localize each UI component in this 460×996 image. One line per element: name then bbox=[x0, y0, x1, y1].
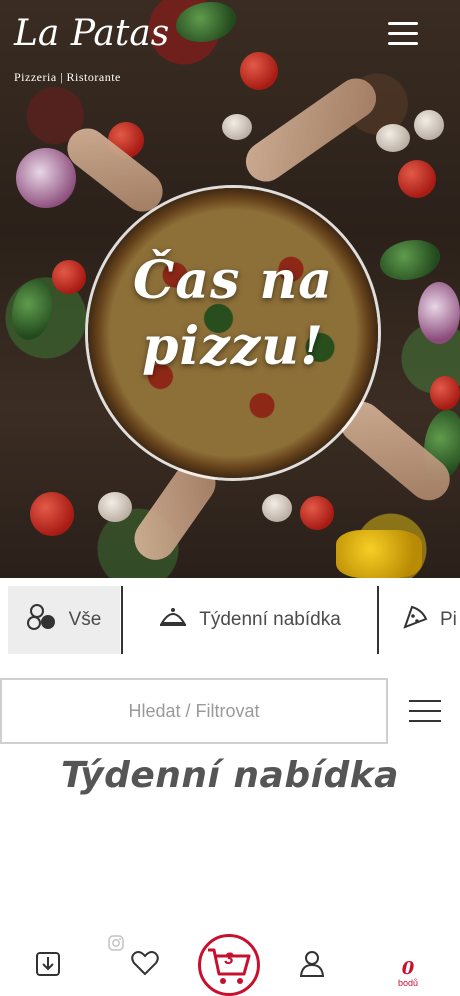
section-title: Týdenní nabídka bbox=[61, 755, 399, 796]
tomato-decoration bbox=[430, 376, 460, 410]
cart-count-badge: 3 bbox=[224, 949, 234, 968]
onion-decoration bbox=[16, 148, 76, 208]
cloche-icon bbox=[159, 606, 187, 634]
points-label: bodů bbox=[397, 978, 419, 988]
category-tabs: Vše Týdenní nabídka Pi bbox=[0, 583, 460, 658]
download-button[interactable] bbox=[26, 930, 70, 996]
heart-icon bbox=[131, 951, 159, 976]
tab-weekly-offer-label: Týdenní nabídka bbox=[199, 609, 341, 630]
hero-slogan: Čas na pizzu! bbox=[88, 248, 378, 380]
brand-logo[interactable]: La Patas Pizzeria | Ristorante bbox=[14, 14, 169, 85]
basil-decoration bbox=[380, 240, 440, 280]
instagram-icon[interactable] bbox=[108, 935, 124, 951]
mushroom-decoration bbox=[98, 492, 132, 522]
onion-decoration bbox=[418, 282, 460, 344]
tab-divider bbox=[377, 586, 379, 654]
tomato-decoration bbox=[398, 160, 436, 198]
tab-all-label: Vše bbox=[68, 609, 102, 630]
filter-menu-bar bbox=[409, 700, 441, 702]
account-button[interactable] bbox=[290, 930, 334, 996]
filter-menu-bar bbox=[409, 710, 441, 712]
cart-button[interactable]: 3 bbox=[198, 934, 260, 996]
download-icon bbox=[36, 952, 60, 976]
search-input[interactable]: Hledat / Filtrovat bbox=[0, 678, 388, 744]
tomato-decoration bbox=[30, 492, 74, 536]
points-button[interactable]: 0 bodů bbox=[386, 958, 430, 989]
hero-banner: Čas na pizzu! La Patas Pizzeria | Ristor… bbox=[0, 0, 460, 578]
tomato-decoration bbox=[240, 52, 278, 90]
pizza-slice-icon bbox=[402, 604, 428, 636]
mushroom-decoration bbox=[222, 114, 252, 140]
slogan-line-1: Čas na bbox=[133, 250, 333, 311]
menu-icon-bar bbox=[388, 32, 418, 35]
filter-menu-bar bbox=[409, 720, 441, 722]
menu-icon[interactable] bbox=[388, 22, 418, 46]
tab-pizza[interactable]: Pi bbox=[380, 586, 460, 654]
search-placeholder: Hledat / Filtrovat bbox=[128, 700, 260, 721]
brand-name: La Patas bbox=[14, 13, 170, 54]
basil-decoration bbox=[176, 2, 236, 42]
circles-icon bbox=[26, 603, 57, 637]
menu-icon-bar bbox=[388, 42, 418, 45]
mushroom-decoration bbox=[262, 494, 292, 522]
filter-menu-icon[interactable] bbox=[409, 700, 441, 724]
basil-decoration bbox=[12, 280, 52, 340]
tomato-decoration bbox=[300, 496, 334, 530]
slogan-line-2: pizzu! bbox=[142, 316, 324, 377]
pepper-decoration bbox=[336, 530, 422, 578]
brand-tagline: Pizzeria | Ristorante bbox=[14, 70, 121, 84]
tab-weekly-offer[interactable]: Týdenní nabídka bbox=[124, 586, 376, 654]
mushroom-decoration bbox=[414, 110, 444, 140]
tomato-decoration bbox=[52, 260, 86, 294]
menu-icon-bar bbox=[388, 22, 418, 25]
tab-pizza-label: Pi bbox=[440, 609, 457, 630]
mushroom-decoration bbox=[376, 124, 410, 152]
tab-divider bbox=[121, 586, 123, 654]
favorites-button[interactable] bbox=[122, 930, 168, 996]
user-icon bbox=[299, 951, 325, 977]
tab-all[interactable]: Vše bbox=[8, 586, 120, 654]
points-value: 0 bbox=[401, 958, 415, 979]
